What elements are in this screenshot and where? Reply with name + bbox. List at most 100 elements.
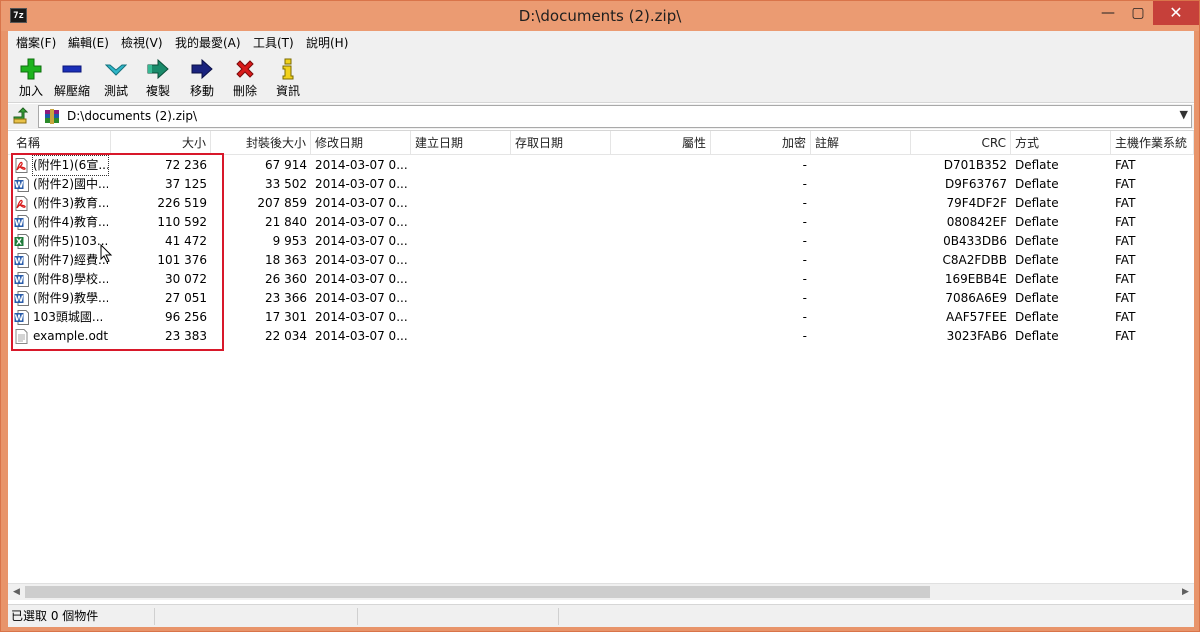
file-modified: 2014-03-07 0...	[315, 177, 408, 191]
scroll-thumb[interactable]	[25, 586, 930, 598]
status-segment-3	[359, 608, 559, 625]
file-host-os: FAT	[1115, 272, 1136, 286]
status-selected: 已選取 0 個物件	[8, 608, 155, 625]
file-packed-size: 21 840	[265, 215, 307, 229]
file-encrypted: -	[802, 196, 807, 210]
file-name[interactable]: (附件3)教育...	[33, 194, 108, 213]
file-name[interactable]: 103頭城國...	[33, 308, 108, 327]
table-row[interactable]: W (附件2)國中... 37 125 33 502 2014-03-07 0... - D…	[8, 175, 1194, 194]
table-row[interactable]: X (附件5)103... 41 472 9 953 2014-03-07 0... - 0…	[8, 232, 1194, 251]
file-encrypted: -	[802, 272, 807, 286]
scroll-left-icon[interactable]: ◀	[8, 584, 25, 601]
copy-button[interactable]: 複製	[138, 56, 178, 100]
file-crc: 080842EF	[946, 215, 1007, 229]
file-packed-size: 18 363	[265, 253, 307, 267]
maximize-button[interactable]: ▢	[1125, 1, 1151, 25]
add-button[interactable]: 加入	[11, 56, 51, 100]
file-size: 23 383	[165, 329, 207, 343]
scroll-right-icon[interactable]: ▶	[1177, 584, 1194, 601]
address-path: D:\documents (2).zip\	[67, 109, 198, 123]
menu-edit[interactable]: 編輯(E)	[68, 34, 109, 51]
file-list: 名稱 大小 封裝後大小 修改日期 建立日期 存取日期 屬性 加密 註解 CRC …	[8, 130, 1194, 589]
table-row[interactable]: W (附件7)經費... 101 376 18 363 2014-03-07 0... -…	[8, 251, 1194, 270]
menu-bar: 檔案(F) 編輯(E) 檢視(V) 我的最愛(A) 工具(T) 說明(H)	[8, 31, 1194, 53]
svg-text:W: W	[15, 181, 24, 190]
delete-button[interactable]: 刪除	[225, 56, 265, 100]
close-button[interactable]: ✕	[1153, 1, 1199, 25]
delete-label: 刪除	[232, 84, 257, 98]
menu-tools[interactable]: 工具(T)	[253, 34, 294, 51]
table-row[interactable]: example.odt 23 383 22 034 2014-03-07 0... - 3…	[8, 327, 1194, 346]
horizontal-scrollbar[interactable]: ◀ ▶	[8, 583, 1194, 600]
file-name[interactable]: (附件4)教育...	[33, 213, 108, 232]
col-name[interactable]: 名稱	[8, 131, 111, 155]
file-host-os: FAT	[1115, 196, 1136, 210]
col-comment[interactable]: 註解	[811, 131, 911, 155]
file-size: 30 072	[165, 272, 207, 286]
file-method: Deflate	[1015, 329, 1059, 343]
menu-view[interactable]: 檢視(V)	[121, 34, 163, 51]
folder-up-icon[interactable]	[12, 107, 30, 125]
file-host-os: FAT	[1115, 310, 1136, 324]
col-attributes[interactable]: 屬性	[611, 131, 711, 155]
svg-text:W: W	[15, 257, 24, 266]
menu-help[interactable]: 說明(H)	[306, 34, 348, 51]
file-method: Deflate	[1015, 177, 1059, 191]
col-method[interactable]: 方式	[1011, 131, 1111, 155]
file-name[interactable]: (附件1)(6宣...	[32, 155, 109, 176]
pdf-file-icon	[14, 196, 29, 211]
col-accessed[interactable]: 存取日期	[511, 131, 611, 155]
file-name[interactable]: (附件8)學校...	[33, 270, 108, 289]
test-button[interactable]: 測試	[96, 56, 136, 100]
file-name[interactable]: (附件7)經費...	[33, 251, 108, 270]
extract-button[interactable]: 解壓縮	[52, 56, 92, 100]
mouse-pointer-icon	[100, 244, 113, 263]
file-crc: D701B352	[943, 158, 1007, 172]
table-row[interactable]: W 103頭城國... 96 256 17 301 2014-03-07 0... - AA…	[8, 308, 1194, 327]
word-file-icon: W	[14, 310, 29, 325]
file-packed-size: 26 360	[265, 272, 307, 286]
window-title: D:\documents (2).zip\	[518, 7, 682, 25]
address-bar: D:\documents (2).zip\ ▼	[8, 104, 1194, 129]
address-field[interactable]: D:\documents (2).zip\ ▼	[38, 105, 1192, 128]
col-crc[interactable]: CRC	[911, 131, 1011, 155]
file-method: Deflate	[1015, 272, 1059, 286]
file-encrypted: -	[802, 177, 807, 191]
file-host-os: FAT	[1115, 177, 1136, 191]
zip-archive-icon	[45, 109, 59, 124]
title-bar[interactable]: 7z D:\documents (2).zip\ — ▢ ✕	[1, 1, 1199, 31]
col-encrypted[interactable]: 加密	[711, 131, 811, 155]
table-row[interactable]: W (附件4)教育... 110 592 21 840 2014-03-07 0... -…	[8, 213, 1194, 232]
file-name[interactable]: (附件5)103...	[33, 232, 108, 251]
info-button[interactable]: 資訊	[268, 56, 308, 100]
file-crc: AAF57FEE	[946, 310, 1007, 324]
copy-label: 複製	[145, 84, 170, 98]
file-name[interactable]: (附件2)國中...	[33, 175, 108, 194]
file-name[interactable]: (附件9)教學...	[33, 289, 108, 308]
col-host-os[interactable]: 主機作業系統	[1111, 131, 1194, 155]
file-method: Deflate	[1015, 158, 1059, 172]
copy-arrow-icon	[147, 58, 169, 80]
file-name[interactable]: example.odt	[33, 327, 108, 346]
menu-file[interactable]: 檔案(F)	[16, 34, 56, 51]
col-created[interactable]: 建立日期	[411, 131, 511, 155]
col-modified[interactable]: 修改日期	[311, 131, 411, 155]
table-row[interactable]: (附件1)(6宣... 72 236 67 914 2014-03-07 0... - D…	[8, 155, 1194, 176]
table-row[interactable]: (附件3)教育... 226 519 207 859 2014-03-07 0... -…	[8, 194, 1194, 213]
move-button[interactable]: 移動	[182, 56, 222, 100]
file-crc: 79F4DF2F	[946, 196, 1008, 210]
col-packed-size[interactable]: 封裝後大小	[211, 131, 311, 155]
file-packed-size: 67 914	[265, 158, 307, 172]
chevron-down-icon[interactable]: ▼	[1180, 108, 1188, 121]
minimize-button[interactable]: —	[1091, 1, 1125, 25]
file-modified: 2014-03-07 0...	[315, 158, 408, 172]
menu-favorites[interactable]: 我的最愛(A)	[175, 34, 241, 51]
extract-label: 解壓縮	[53, 84, 90, 98]
file-host-os: FAT	[1115, 234, 1136, 248]
file-size: 37 125	[165, 177, 207, 191]
col-size[interactable]: 大小	[111, 131, 211, 155]
file-encrypted: -	[802, 253, 807, 267]
file-host-os: FAT	[1115, 215, 1136, 229]
table-row[interactable]: W (附件8)學校... 30 072 26 360 2014-03-07 0... - 1…	[8, 270, 1194, 289]
table-row[interactable]: W (附件9)教學... 27 051 23 366 2014-03-07 0... - 7…	[8, 289, 1194, 308]
